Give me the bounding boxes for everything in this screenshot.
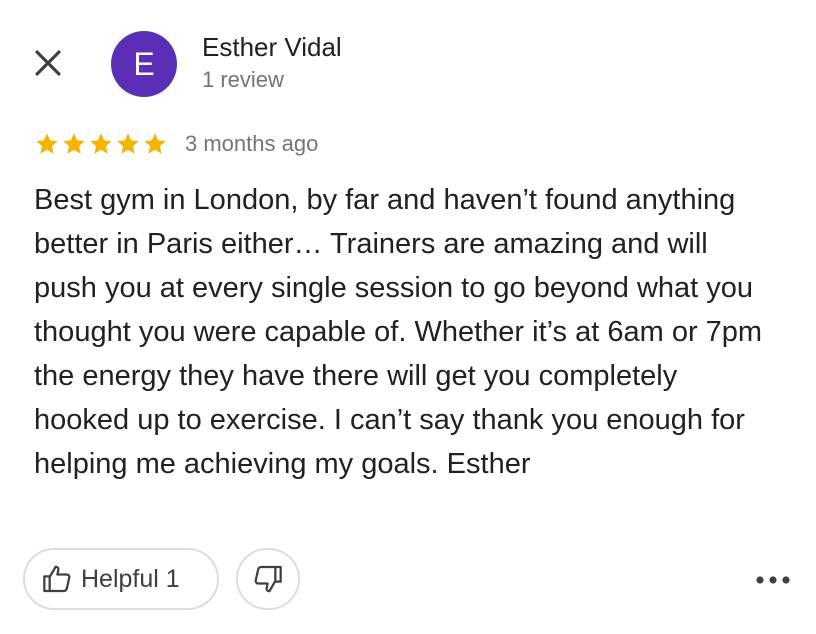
helpful-button[interactable]: Helpful 1 <box>23 548 219 610</box>
star-icon <box>90 133 112 154</box>
more-horizontal-icon <box>756 576 790 584</box>
author-name[interactable]: Esther Vidal <box>202 32 342 63</box>
close-icon <box>35 50 61 76</box>
review-date: 3 months ago <box>185 131 319 156</box>
avatar-initial: E <box>133 45 155 82</box>
star-icon <box>144 133 166 154</box>
star-icon <box>36 133 58 154</box>
not-helpful-button[interactable] <box>236 548 300 610</box>
avatar[interactable]: E <box>111 31 177 97</box>
thumbs-up-icon <box>43 565 71 593</box>
more-options-button[interactable] <box>750 562 796 598</box>
thumbs-down-icon <box>254 565 282 593</box>
star-icon <box>63 133 85 154</box>
close-button[interactable] <box>30 45 66 81</box>
star-rating <box>34 131 169 157</box>
helpful-label: Helpful 1 <box>81 564 180 593</box>
review-text: Best gym in London, by far and haven’t f… <box>34 184 763 480</box>
star-icon <box>117 133 139 154</box>
rating-row: 3 months ago <box>34 128 318 160</box>
author-review-count: 1 review <box>202 67 284 92</box>
